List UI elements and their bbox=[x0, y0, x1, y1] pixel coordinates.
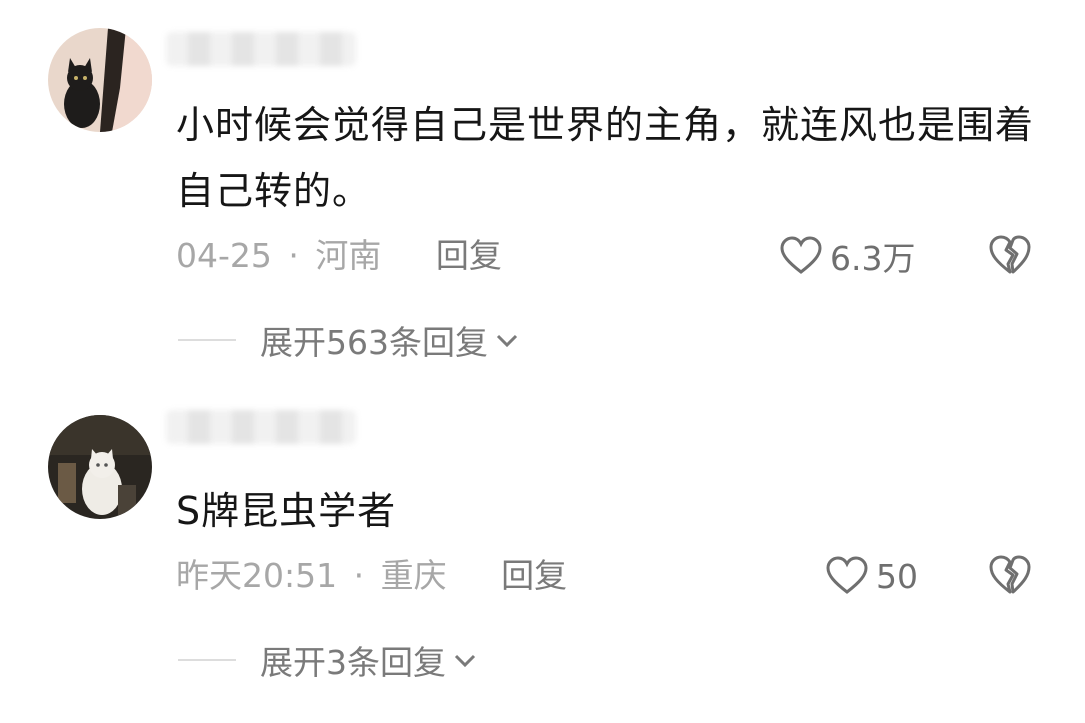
comment-item: S牌昆虫学者 昨天20:51 · 重庆 回复 50 展开3条回复 bbox=[0, 0, 1085, 723]
like-count: 50 bbox=[876, 556, 918, 596]
avatar[interactable] bbox=[48, 415, 152, 519]
expand-replies-label: 展开3条回复 bbox=[260, 643, 446, 682]
username-blurred[interactable] bbox=[166, 410, 356, 444]
divider-line bbox=[178, 659, 236, 661]
heart-icon bbox=[826, 556, 868, 594]
reply-button[interactable]: 回复 bbox=[501, 556, 567, 595]
cat-avatar-icon bbox=[48, 415, 152, 519]
expand-replies-button[interactable]: 展开3条回复 bbox=[178, 640, 478, 682]
chevron-down-icon bbox=[454, 654, 476, 668]
comment-date: 昨天20:51 bbox=[176, 556, 338, 595]
meta-separator: · bbox=[353, 556, 365, 595]
comment-text: S牌昆虫学者 bbox=[176, 489, 397, 533]
broken-heart-icon bbox=[989, 555, 1031, 594]
dislike-button[interactable] bbox=[988, 554, 1034, 598]
comment-location: 重庆 bbox=[380, 556, 447, 595]
like-button[interactable]: 50 bbox=[826, 554, 918, 598]
comment-meta: 昨天20:51 · 重庆 回复 bbox=[176, 556, 567, 596]
